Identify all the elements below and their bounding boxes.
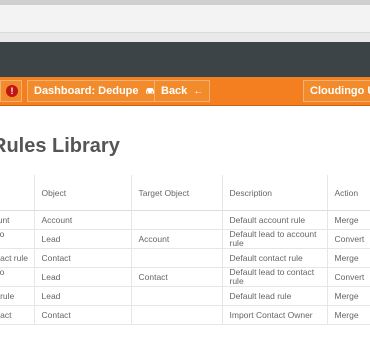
alert-button[interactable]: ! (0, 80, 22, 102)
dashboard-dropdown-button[interactable]: Dashboard: Dedupe ▾ (27, 80, 170, 102)
target-object-cell (131, 248, 223, 268)
rule-name-line: ntact (0, 309, 12, 320)
description-cell: Default account rule (222, 210, 328, 230)
rule-name-line: d rule (0, 290, 15, 301)
column-header-object[interactable]: Object (34, 175, 132, 211)
table-row[interactable]: ount Account Default account rule Merge (0, 210, 370, 230)
rule-name-cell[interactable]: ntact (0, 305, 35, 325)
description-cell: Default contact rule (222, 248, 328, 268)
target-object-cell (131, 286, 223, 306)
table-row[interactable]: l toe Lead Contact Default lead to conta… (0, 267, 370, 287)
action-cell: Convert (327, 229, 370, 249)
table-header-row: Object Target Object Description Action (0, 175, 370, 211)
dashboard-label: Dashboard: Dedupe (34, 85, 139, 97)
page-title-text: Rules Library (0, 135, 120, 157)
target-object-cell (131, 305, 223, 325)
column-header-description[interactable]: Description (222, 175, 328, 211)
object-cell: Lead (34, 286, 132, 306)
rule-name-line: e (0, 277, 33, 286)
rule-name-cell[interactable]: ount (0, 210, 35, 230)
table-row[interactable]: d rule Lead Default lead rule Merge (0, 286, 370, 306)
column-header-action[interactable]: Action (327, 175, 370, 211)
object-cell: Contact (34, 248, 132, 268)
browser-frame-divider (0, 33, 370, 42)
target-object-cell (131, 210, 223, 230)
rule-name-line: l to (0, 267, 5, 277)
action-cell: Merge (327, 305, 370, 325)
description-cell: Default lead to contact rule (222, 267, 328, 287)
object-cell: Account (34, 210, 132, 230)
table-row[interactable]: ntact rule Contact Default contact rule … (0, 248, 370, 268)
rule-name-cell[interactable]: ntact rule (0, 248, 35, 268)
action-cell: Merge (327, 286, 370, 306)
column-header-target-object[interactable]: Target Object (131, 175, 223, 211)
target-object-cell: Account (131, 229, 223, 249)
app-header-bar (0, 42, 370, 77)
object-cell: Contact (34, 305, 132, 325)
rule-name-line: ntact rule (0, 252, 28, 263)
object-cell: Lead (34, 267, 132, 287)
description-cell: Default lead rule (222, 286, 328, 306)
rule-name-cell[interactable]: l toe (0, 267, 35, 287)
page-title: Rules Library (0, 135, 120, 158)
user-label: Cloudingo Us (310, 85, 370, 97)
action-cell: Convert (327, 267, 370, 287)
back-label: Back (161, 85, 188, 97)
column-header-name[interactable] (0, 175, 35, 211)
rule-name-line: ount (0, 214, 10, 225)
alert-icon: ! (6, 85, 18, 97)
main-toolbar: ! Dashboard: Dedupe ▾ Back ← Cloudingo U… (0, 77, 370, 106)
table-row[interactable]: ntact Contact Import Contact Owner Merge (0, 305, 370, 325)
action-cell: Merge (327, 248, 370, 268)
description-cell: Import Contact Owner (222, 305, 328, 325)
back-button[interactable]: Back ← (154, 80, 211, 102)
user-menu-button[interactable]: Cloudingo Us (303, 80, 370, 102)
table-row[interactable]: l toe Lead Account Default lead to accou… (0, 229, 370, 249)
rules-table: Object Target Object Description Action … (0, 175, 370, 325)
rule-name-cell[interactable]: d rule (0, 286, 35, 306)
rule-name-line: l to (0, 229, 5, 239)
arrow-left-icon: ← (193, 86, 204, 97)
target-object-cell: Contact (131, 267, 223, 287)
description-cell: Default lead to account rule (222, 229, 328, 249)
object-cell: Lead (34, 229, 132, 249)
rule-name-cell[interactable]: l toe (0, 229, 35, 249)
browser-address-area (0, 5, 370, 33)
rule-name-line: e (0, 239, 33, 248)
action-cell: Merge (327, 210, 370, 230)
